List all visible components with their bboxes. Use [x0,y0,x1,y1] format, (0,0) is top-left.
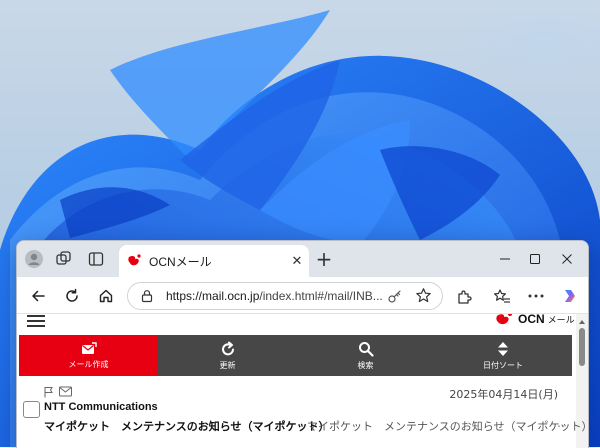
mail-more-ellipsis: … [553,416,565,430]
favorite-star-icon[interactable] [415,287,432,304]
compose-icon [81,341,97,354]
minimize-icon[interactable] [491,249,519,269]
url-host: https://mail.ocn.jp [166,289,260,303]
new-tab-icon[interactable]: + [313,249,335,271]
back-icon[interactable] [27,285,49,307]
vertical-tabs-icon[interactable] [85,248,107,270]
more-menu-icon[interactable] [525,285,547,307]
workspaces-icon[interactable] [53,248,75,270]
mail-status-icons [43,386,72,398]
browser-toolbar: https://mail.ocn.jp/index.html#/mail/INB… [17,277,588,314]
mail-preview: マイポケット メンテナンスのお知らせ（マイポケット） [307,420,588,433]
date-sort-label: 日付ソート [483,360,523,370]
logo-text: OCN [518,314,545,326]
close-tab-icon[interactable]: ✕ [287,251,307,271]
logo-subtext: メール [547,315,575,326]
favorites-icon[interactable] [491,285,513,307]
close-window-icon[interactable] [553,249,581,269]
action-menu: メール作成 更新 検索 日付ソート [19,335,572,376]
scroll-up-icon[interactable] [578,319,586,325]
address-bar[interactable]: https://mail.ocn.jp/index.html#/mail/INB… [127,282,443,310]
search-label: 検索 [357,360,374,370]
maximize-icon[interactable] [521,249,549,269]
home-icon[interactable] [95,285,117,307]
mail-list-item[interactable]: 2025年04月14日(月) NTT Communications マイポケット… [17,384,588,444]
ocn-logo: OCN メール [495,314,575,327]
url-text: https://mail.ocn.jp/index.html#/mail/INB… [166,289,383,303]
profile-icon[interactable] [23,248,45,270]
compose-mail-button[interactable]: メール作成 [19,335,158,376]
lock-icon[interactable] [140,289,154,303]
ocn-favicon-icon [128,254,141,266]
password-key-icon[interactable] [387,288,403,304]
search-button[interactable]: 検索 [297,335,434,376]
mail-subject: マイポケット メンテナンスのお知らせ（マイポケット） [44,420,330,433]
mail-date: 2025年04月14日(月) [449,388,558,401]
copilot-icon[interactable] [559,285,581,307]
scrollbar-thumb[interactable] [579,328,585,366]
envelope-icon [59,386,72,397]
reload-icon[interactable] [61,285,83,307]
tab-bar: OCNメール ✕ + [17,241,588,277]
mail-sender: NTT Communications [44,401,158,413]
mail-page: OCN メール メール作成 更新 検索 日付ソート 2025年04月14日(月)… [17,314,588,448]
refresh-icon [221,341,234,355]
tab-title: OCNメール [149,255,212,269]
browser-window: OCNメール ✕ + https://mail.ocn.jp/index.htm… [16,240,589,448]
refresh-button[interactable]: 更新 [158,335,297,376]
extensions-icon[interactable] [453,285,475,307]
url-path: /index.html#/mail/INB... [259,289,383,303]
hamburger-menu-icon[interactable] [27,314,45,328]
date-sort-button[interactable]: 日付ソート [434,335,572,376]
tab-ocn-mail[interactable]: OCNメール ✕ [119,245,309,277]
refresh-label: 更新 [219,360,236,370]
compose-label: メール作成 [68,359,109,369]
mail-checkbox[interactable] [23,401,40,418]
search-icon [358,341,374,357]
flag-icon[interactable] [43,386,55,398]
ocn-logo-icon [496,314,512,325]
sort-arrows-icon [498,341,508,356]
